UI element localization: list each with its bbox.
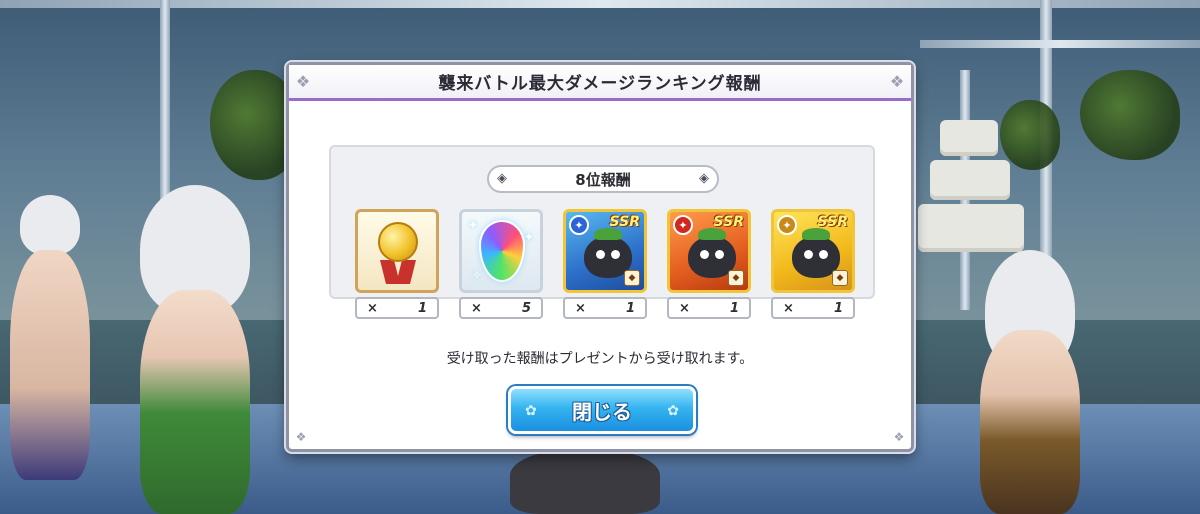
character-center-bottom: [510, 450, 660, 514]
reward-item[interactable]: ✦ SSR ◆ × 1: [563, 209, 647, 319]
sparkle-icon: ✧: [472, 268, 483, 282]
rank-label-text: 8位報酬: [575, 170, 631, 189]
quantity-value: 1: [833, 300, 843, 316]
close-button-label: 閉じる: [572, 399, 632, 424]
reward-quantity: × 1: [563, 297, 647, 319]
sparkle-icon: ✦: [468, 218, 479, 232]
reward-item[interactable]: ✦ ✦ ✧ × 5: [459, 209, 543, 319]
seal-stamp-icon: ◆: [624, 270, 640, 286]
gold-medal-icon: [355, 209, 439, 293]
sparkle-icon: ✦: [523, 230, 534, 244]
reward-quantity: × 1: [355, 297, 439, 319]
character-left-hair: [20, 195, 80, 255]
gem-shape: [479, 220, 525, 282]
flower-icon: ✿: [667, 403, 679, 419]
background-palm: [1000, 100, 1060, 170]
creature-eye: [715, 250, 724, 259]
creature-eye: [700, 250, 709, 259]
creature-hat: [698, 228, 726, 240]
element-badge-icon: ✦: [569, 215, 589, 235]
reward-item[interactable]: × 1: [355, 209, 439, 319]
background-window-frame: [160, 0, 170, 200]
quantity-value: 1: [417, 300, 427, 316]
diamond-ornament-icon: ◈: [699, 171, 709, 186]
times-sign: ×: [471, 300, 482, 316]
background-cake: [930, 160, 1010, 200]
character-green: [140, 290, 250, 514]
background-cake: [940, 120, 998, 156]
times-sign: ×: [679, 300, 690, 316]
reward-items-list: × 1 ✦ ✦ ✧ × 5 ✦ SSR ◆ × 1 ✦ SSR ◆ × 1 ✦ …: [355, 209, 855, 319]
rarity-tag: SSR: [817, 214, 848, 230]
quantity-value: 1: [729, 300, 739, 316]
medal-disc: [378, 222, 418, 262]
reward-quantity: × 1: [771, 297, 855, 319]
medal-ribbon: [396, 260, 416, 284]
rarity-tag: SSR: [609, 214, 640, 230]
creature-eye: [611, 250, 620, 259]
corner-ornament-icon: ❖: [889, 71, 905, 91]
background-window-frame: [0, 0, 1200, 8]
flower-icon: ✿: [525, 403, 537, 419]
quantity-value: 1: [625, 300, 635, 316]
dialog-header: ❖ 襲来バトル最大ダメージランキング報酬 ❖: [289, 65, 911, 101]
present-box-note: 受け取った報酬はプレゼントから受け取れます。: [446, 351, 754, 367]
rarity-tag: SSR: [713, 214, 744, 230]
creature-eye: [804, 250, 813, 259]
corner-ornament-icon: ❖: [295, 430, 307, 444]
rank-label: ◈ 8位報酬 ◈: [487, 165, 719, 193]
corner-ornament-icon: ❖: [893, 430, 905, 444]
seal-stamp-icon: ◆: [832, 270, 848, 286]
reward-quantity: × 5: [459, 297, 543, 319]
ssr-blue-creature-icon: ✦ SSR ◆: [563, 209, 647, 293]
creature-hat: [594, 228, 622, 240]
character-left: [10, 250, 90, 480]
dialog-title: 襲来バトル最大ダメージランキング報酬: [438, 74, 762, 94]
reward-panel: ◈ 8位報酬 ◈ × 1 ✦ ✦ ✧ × 5 ✦ SSR ◆ × 1 ✦ SSR…: [329, 145, 875, 319]
times-sign: ×: [783, 300, 794, 316]
reward-quantity: × 1: [667, 297, 751, 319]
background-cake: [918, 204, 1024, 252]
diamond-ornament-icon: ◈: [497, 171, 507, 186]
reward-item[interactable]: ✦ SSR ◆ × 1: [667, 209, 751, 319]
creature-eye: [819, 250, 828, 259]
reward-dialog: ❖ 襲来バトル最大ダメージランキング報酬 ❖ ◈ 8位報酬 ◈ × 1 ✦ ✦ …: [286, 62, 914, 452]
background-palm: [1080, 70, 1180, 160]
times-sign: ×: [575, 300, 586, 316]
ssr-red-creature-icon: ✦ SSR ◆: [667, 209, 751, 293]
quantity-value: 5: [521, 300, 531, 316]
times-sign: ×: [367, 300, 378, 316]
corner-ornament-icon: ❖: [295, 71, 311, 91]
creature-hat: [802, 228, 830, 240]
rainbow-gem-icon: ✦ ✦ ✧: [459, 209, 543, 293]
element-badge-icon: ✦: [777, 215, 797, 235]
creature-eye: [596, 250, 605, 259]
reward-item[interactable]: ✦ SSR ◆ × 1: [771, 209, 855, 319]
element-badge-icon: ✦: [673, 215, 693, 235]
character-right: [980, 330, 1080, 514]
background-window-frame: [920, 40, 1200, 48]
seal-stamp-icon: ◆: [728, 270, 744, 286]
ssr-yellow-creature-icon: ✦ SSR ◆: [771, 209, 855, 293]
close-button[interactable]: ✿ 閉じる ✿: [508, 386, 696, 434]
